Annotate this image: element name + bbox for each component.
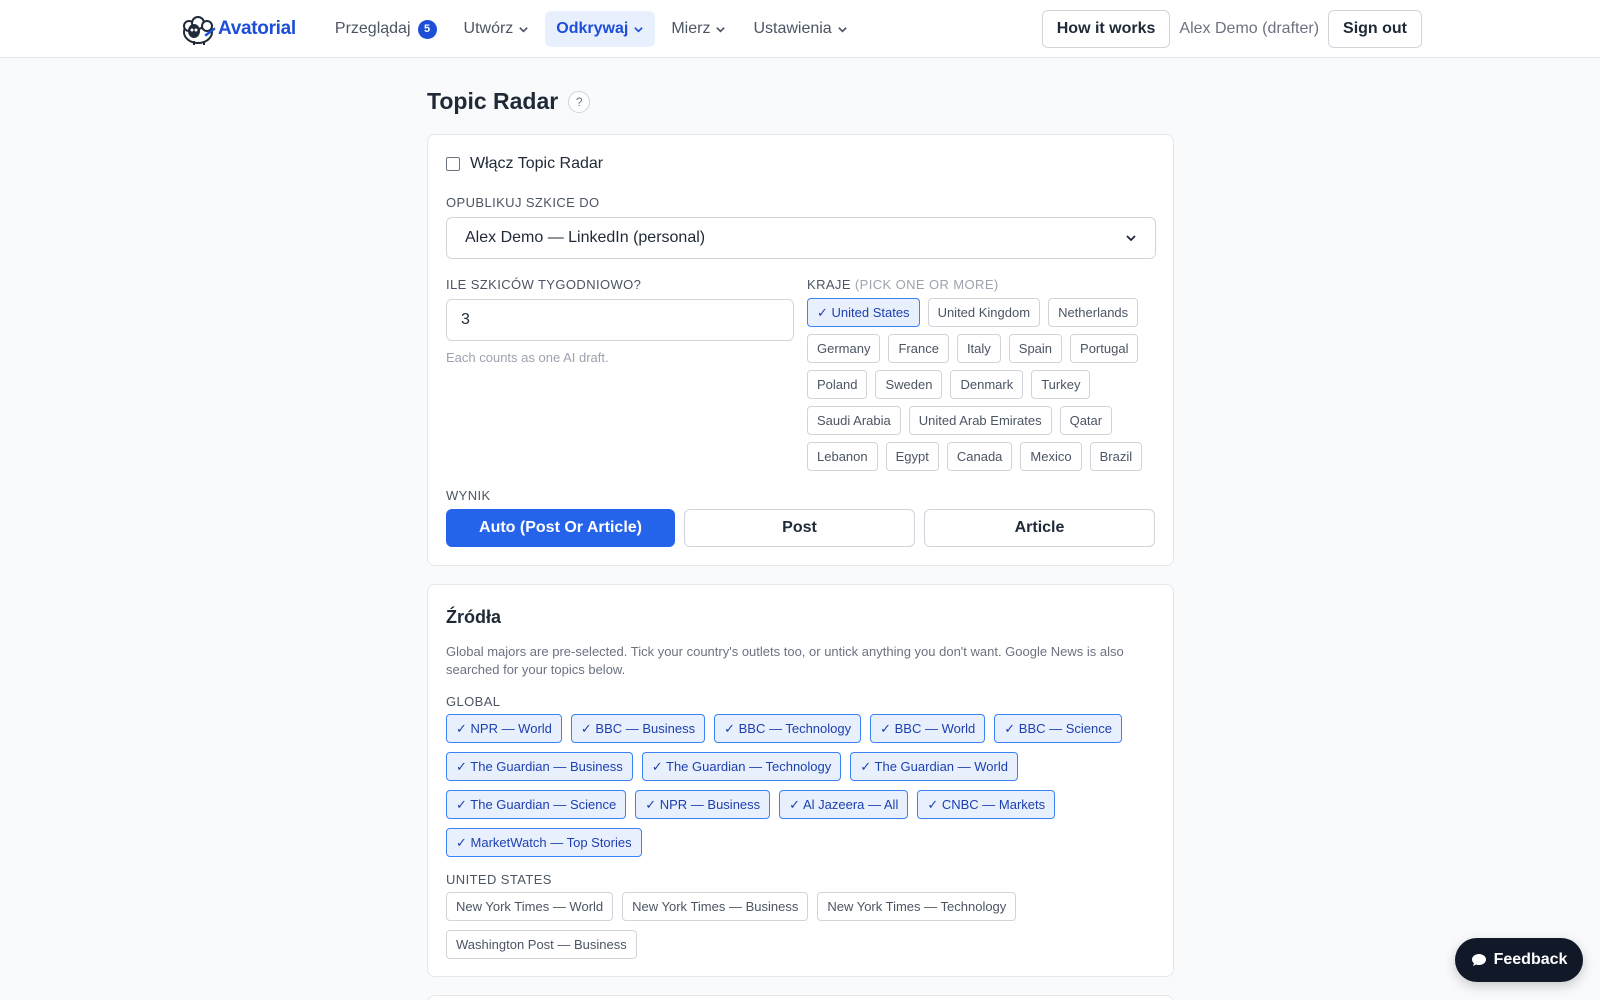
source-chip[interactable]: ✓ CNBC — Markets bbox=[917, 790, 1056, 819]
chevron-down-icon bbox=[716, 26, 726, 33]
country-chip[interactable]: Saudi Arabia bbox=[807, 406, 901, 435]
country-chip[interactable]: Egypt bbox=[885, 442, 939, 471]
sign-out-button[interactable]: Sign out bbox=[1328, 10, 1422, 48]
nav-label: Utwórz bbox=[463, 20, 514, 37]
country-chip[interactable]: ✓ United States bbox=[807, 298, 920, 327]
country-chip[interactable]: Italy bbox=[956, 334, 1001, 363]
logo-text: Avatorial bbox=[218, 18, 296, 39]
chevron-down-icon bbox=[634, 26, 644, 33]
publish-target-value: Alex Demo — LinkedIn (personal) bbox=[465, 229, 706, 246]
chevron-down-icon bbox=[1126, 235, 1136, 242]
help-icon[interactable]: ? bbox=[568, 90, 591, 113]
sources-title: Źródła bbox=[446, 607, 502, 627]
chat-bubble-icon bbox=[1471, 954, 1486, 966]
publish-target-select[interactable]: Alex Demo — LinkedIn (personal) bbox=[446, 217, 1156, 259]
country-chip[interactable]: France bbox=[888, 334, 949, 363]
source-chip[interactable]: New York Times — World bbox=[446, 892, 614, 921]
weekly-count-label: ILE SZKICÓW TYGODNIOWO? bbox=[446, 277, 642, 292]
notification-badge: 5 bbox=[417, 19, 437, 39]
source-chip[interactable]: ✓ BBC — Technology bbox=[714, 714, 862, 743]
sources-card: Źródła Global majors are pre-selected. T… bbox=[427, 584, 1174, 977]
source-chip[interactable]: ✓ NPR — World bbox=[446, 714, 562, 743]
country-chip[interactable]: Qatar bbox=[1059, 406, 1113, 435]
country-chip[interactable]: Sweden bbox=[875, 370, 943, 399]
topic-radar-settings-card: Włącz Topic Radar OPUBLIKUJ SZKICE DO Al… bbox=[427, 134, 1174, 566]
country-chip[interactable]: Canada bbox=[946, 442, 1013, 471]
enable-topic-radar-label: Włącz Topic Radar bbox=[470, 155, 604, 172]
nav-item-utworz[interactable]: Utwórz bbox=[453, 11, 541, 47]
nav-label: Ustawienia bbox=[753, 20, 832, 37]
countries-label-text: KRAJE bbox=[807, 277, 851, 292]
result-type-label: WYNIK bbox=[446, 488, 491, 503]
country-chip[interactable]: Netherlands bbox=[1048, 298, 1139, 327]
top-navbar: Avatorial Przeglądaj 5 Utwórz Odkrywaj M… bbox=[0, 0, 1600, 58]
nav-right: How it works Alex Demo (drafter) Sign ou… bbox=[1041, 0, 1422, 58]
logo[interactable]: Avatorial bbox=[180, 11, 296, 47]
global-sources-label: GLOBAL bbox=[446, 694, 501, 709]
result-auto-button[interactable]: Auto (Post Or Article) bbox=[446, 509, 675, 547]
source-chip[interactable]: ✓ Al Jazeera — All bbox=[779, 790, 909, 819]
country-chip[interactable]: Denmark bbox=[950, 370, 1024, 399]
country-chip[interactable]: United Kingdom bbox=[927, 298, 1041, 327]
country-chip[interactable]: Germany bbox=[807, 334, 881, 363]
result-post-button[interactable]: Post bbox=[684, 509, 915, 547]
publish-to-label: OPUBLIKUJ SZKICE DO bbox=[446, 195, 600, 210]
weekly-count-hint: Each counts as one AI draft. bbox=[446, 350, 609, 365]
sheep-logo-icon bbox=[183, 16, 216, 45]
nav-item-ustawienia[interactable]: Ustawienia bbox=[742, 11, 858, 47]
source-chip[interactable]: New York Times — Business bbox=[622, 892, 809, 921]
country-chip[interactable]: Spain bbox=[1008, 334, 1063, 363]
enable-topic-radar-checkbox[interactable] bbox=[446, 157, 460, 171]
nav-item-przegladaj[interactable]: Przeglądaj 5 bbox=[324, 11, 448, 47]
next-card bbox=[427, 995, 1174, 1000]
countries-label: KRAJE (PICK ONE OR MORE) bbox=[807, 277, 999, 292]
source-chip[interactable]: ✓ MarketWatch — Top Stories bbox=[446, 828, 642, 857]
global-sources-chip-group: ✓ NPR — World ✓ BBC — Business ✓ BBC — Tec… bbox=[446, 714, 1158, 857]
page-title: Topic Radar bbox=[427, 88, 559, 114]
page-header: Topic Radar ? bbox=[427, 88, 591, 115]
nav-item-mierz[interactable]: Mierz bbox=[660, 11, 737, 47]
countries-label-hint: (PICK ONE OR MORE) bbox=[854, 277, 999, 292]
source-chip[interactable]: ✓ BBC — Business bbox=[570, 714, 706, 743]
source-chip[interactable]: ✓ The Guardian — Science bbox=[446, 790, 627, 819]
country-chip[interactable]: Turkey bbox=[1031, 370, 1091, 399]
country-chip[interactable]: Portugal bbox=[1070, 334, 1139, 363]
nav-label: Przeglądaj bbox=[334, 20, 411, 37]
feedback-button[interactable]: Feedback bbox=[1455, 938, 1583, 982]
enable-topic-radar-row[interactable]: Włącz Topic Radar bbox=[446, 155, 603, 173]
country-chip[interactable]: Brazil bbox=[1089, 442, 1143, 471]
sources-description: Global majors are pre-selected. Tick you… bbox=[446, 644, 1124, 677]
us-sources-chip-group: New York Times — World New York Times — B… bbox=[446, 892, 1158, 959]
source-chip[interactable]: ✓ The Guardian — World bbox=[850, 752, 1018, 781]
chevron-down-icon bbox=[837, 26, 847, 33]
result-article-button[interactable]: Article bbox=[924, 509, 1155, 547]
source-chip[interactable]: Washington Post — Business bbox=[446, 930, 637, 959]
source-chip[interactable]: ✓ The Guardian — Technology bbox=[641, 752, 842, 781]
source-chip[interactable]: New York Times — Technology bbox=[817, 892, 1017, 921]
us-sources-label: UNITED STATES bbox=[446, 872, 552, 887]
current-user-label: Alex Demo (drafter) bbox=[1179, 20, 1320, 37]
result-type-segmented-control: Auto (Post Or Article) Post Article bbox=[446, 509, 1155, 547]
country-chip[interactable]: Mexico bbox=[1020, 442, 1082, 471]
source-chip[interactable]: ✓ BBC — World bbox=[870, 714, 986, 743]
nav-label: Odkrywaj bbox=[556, 20, 629, 37]
nav-label: Mierz bbox=[671, 20, 711, 37]
nav-left: Avatorial Przeglądaj 5 Utwórz Odkrywaj M… bbox=[180, 0, 864, 58]
country-chip[interactable]: United Arab Emirates bbox=[908, 406, 1052, 435]
countries-chip-group: ✓ United States United Kingdom Netherlands… bbox=[807, 298, 1157, 471]
source-chip[interactable]: ✓ BBC — Science bbox=[994, 714, 1122, 743]
country-chip[interactable]: Poland bbox=[807, 370, 868, 399]
how-it-works-button[interactable]: How it works bbox=[1041, 10, 1171, 48]
source-chip[interactable]: ✓ The Guardian — Business bbox=[446, 752, 633, 781]
country-chip[interactable]: Lebanon bbox=[807, 442, 878, 471]
source-chip[interactable]: ✓ NPR — Business bbox=[635, 790, 771, 819]
chevron-down-icon bbox=[519, 26, 529, 33]
feedback-label: Feedback bbox=[1493, 951, 1568, 968]
nav-item-odkrywaj[interactable]: Odkrywaj bbox=[545, 11, 656, 47]
weekly-count-input[interactable]: 3 bbox=[446, 299, 794, 341]
